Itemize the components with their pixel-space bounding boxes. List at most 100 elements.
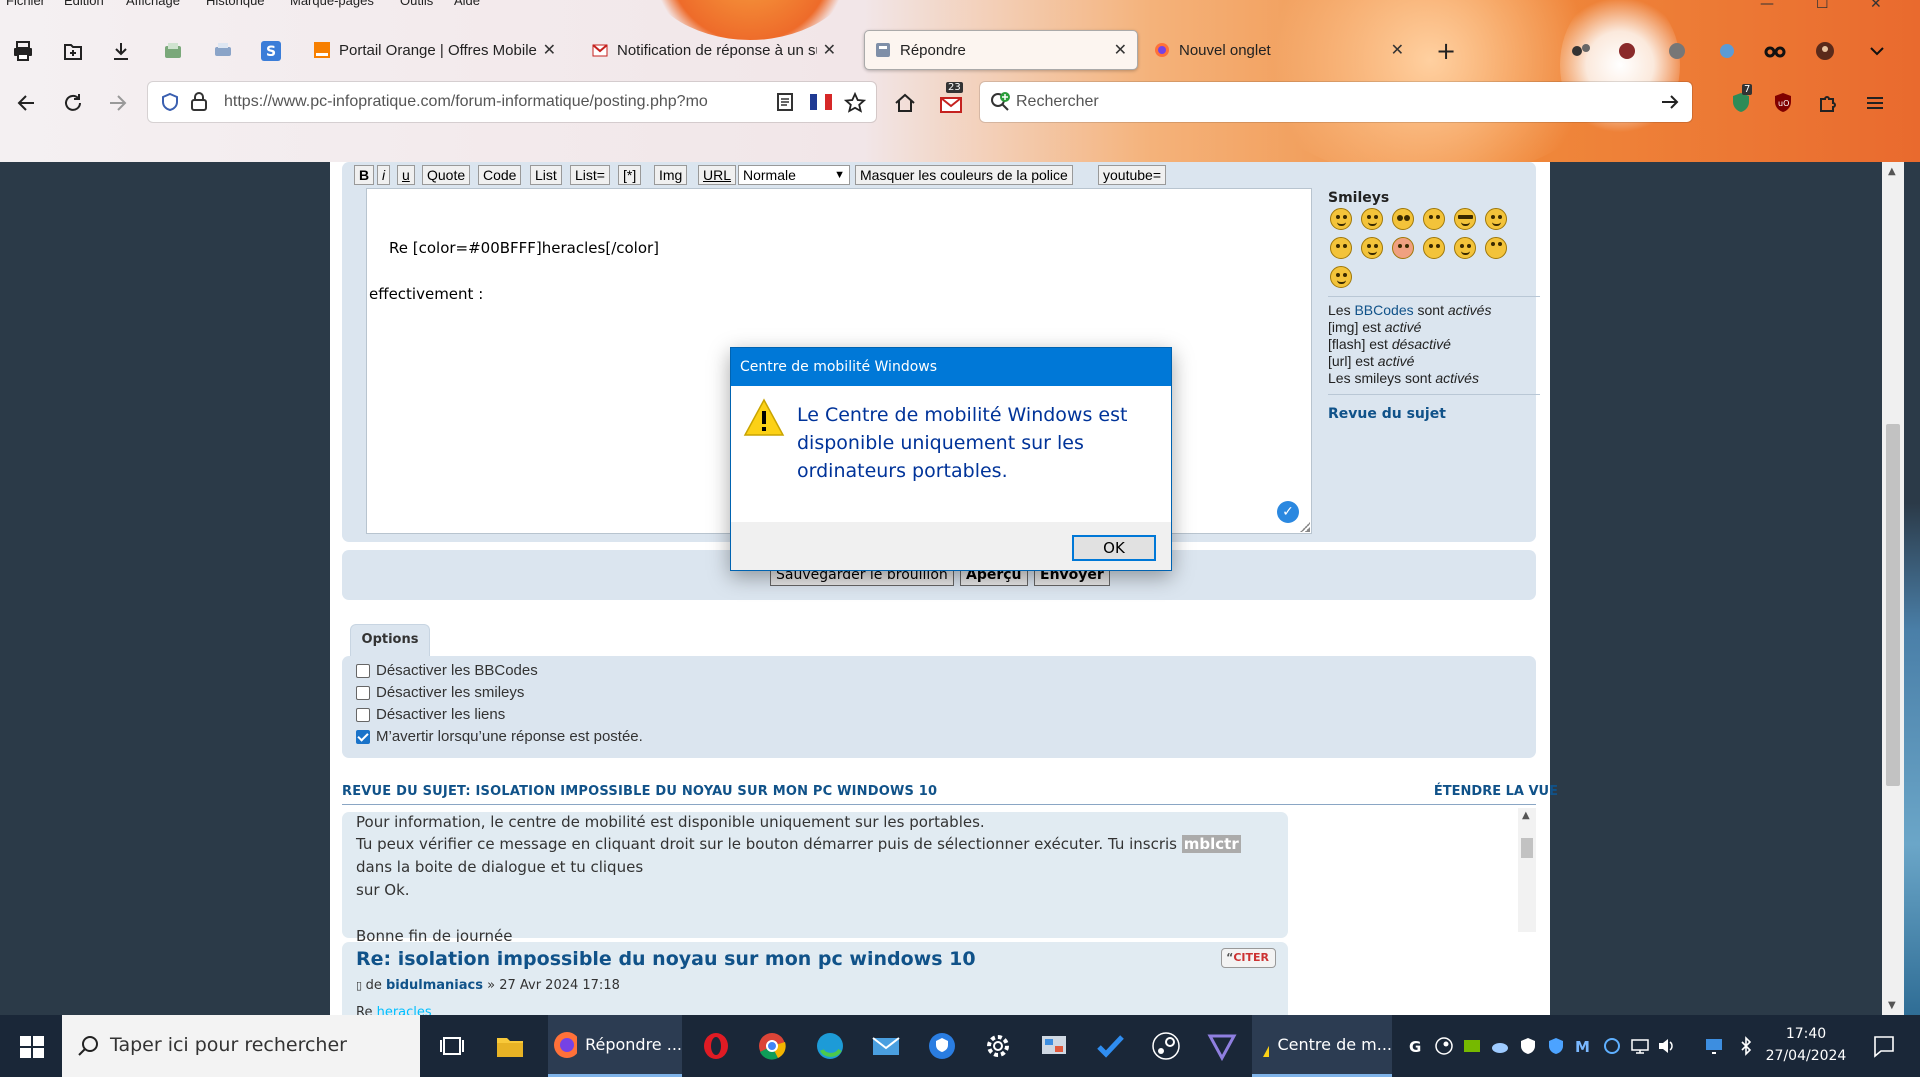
close-tab-icon[interactable]: ✕ [1114,40,1127,60]
hamburger-menu-icon[interactable] [1862,90,1888,116]
url-bar[interactable]: https://www.pc-infopratique.com/forum-in… [148,82,876,122]
menu-historique[interactable]: Historique [206,0,265,8]
font-size-select[interactable]: Normale ▼ [738,165,850,185]
notification-screen-icon[interactable] [1704,1036,1724,1056]
tray-nvidia-icon[interactable] [1462,1036,1482,1056]
url-button[interactable]: URL [698,165,737,185]
maximize-icon[interactable]: ☐ [1816,0,1829,12]
smiley-shock-icon[interactable] [1392,208,1414,230]
tab-nouvel-onglet[interactable]: Nouvel onglet ✕ [1144,30,1414,70]
post-title[interactable]: Re: isolation impossible du noyau sur mo… [356,946,1274,972]
smiley-wink-icon[interactable] [1330,266,1352,288]
steam-icon[interactable] [1150,1030,1182,1062]
revue-du-sujet-link[interactable]: Revue du sujet [1328,406,1446,422]
checkbox[interactable] [356,707,370,722]
tray-bluetooth-vpn-icon[interactable] [1602,1036,1622,1056]
page-scroll-thumb[interactable] [1886,424,1900,786]
search-bar[interactable]: Rechercher [980,82,1692,122]
tab-gmail[interactable]: Notification de réponse à un su ✕ [582,30,846,70]
settings-gear-icon[interactable] [982,1030,1014,1062]
hide-font-colors-button[interactable]: Masquer les couleurs de la police [855,165,1073,185]
menu-fichier[interactable]: Fichier [6,0,45,8]
tray-steam-icon[interactable] [1434,1036,1454,1056]
option-notify-reply[interactable]: M’avertir lorsqu’une réponse est postée. [356,728,643,745]
smiley-evil-icon[interactable] [1454,237,1476,259]
resize-handle-icon[interactable] [1300,522,1310,532]
extension-grey-icon[interactable] [1666,40,1688,62]
vpn-shield-icon[interactable] [926,1030,958,1062]
checkbox[interactable] [356,663,370,678]
scroll-up-icon[interactable]: ▲ [1522,810,1530,821]
smiley-mad-icon[interactable] [1330,237,1352,259]
extension-green-icon[interactable] [162,40,184,62]
checkbox[interactable] [356,685,370,700]
smiley-laugh-icon[interactable] [1485,208,1507,230]
option-disable-smileys[interactable]: Désactiver les smileys [356,684,524,701]
mail-notifier-icon[interactable]: 23 [938,82,964,116]
close-tab-icon[interactable]: ✕ [1391,40,1404,60]
extension-dots-icon[interactable] [1570,40,1592,62]
chrome-icon[interactable] [756,1030,788,1062]
smiley-confused-icon[interactable] [1423,208,1445,230]
volume-icon[interactable] [1656,1036,1676,1056]
vpn-triangle-icon[interactable] [1206,1030,1238,1062]
review-scroll-thumb[interactable] [1521,838,1533,858]
smiley-smile-icon[interactable] [1361,208,1383,230]
todo-check-icon[interactable] [1094,1030,1126,1062]
list-item-button[interactable]: [*] [618,165,642,185]
extensions-puzzle-icon[interactable] [1816,90,1842,116]
bbcodes-link[interactable]: BBCodes [1354,302,1413,318]
task-view-icon[interactable] [436,1030,468,1062]
smiley-cool-icon[interactable] [1454,208,1476,230]
close-tab-icon[interactable]: ✕ [543,40,556,60]
taskbar-search-box[interactable]: Taper ici pour rechercher [62,1015,420,1077]
tab-orange[interactable]: Portail Orange | Offres Mobiles ✕ [304,30,566,70]
reload-icon[interactable] [60,90,86,116]
network-icon[interactable] [1630,1036,1650,1056]
incognito-glasses-icon[interactable] [1764,40,1786,62]
menu-marque-pages[interactable]: Marque-pages [290,0,374,8]
tray-cloud-icon[interactable] [1490,1036,1510,1056]
list-ordered-button[interactable]: List= [570,165,610,185]
tray-m-icon[interactable]: M [1574,1036,1594,1056]
quote-post-button[interactable]: “CITER [1221,948,1276,968]
download-icon[interactable] [110,40,132,62]
windows-start-icon[interactable] [16,1030,48,1062]
forward-icon[interactable] [104,90,130,116]
menu-affichage[interactable]: Affichage [126,0,180,8]
smiley-embarrassed-icon[interactable] [1392,237,1414,259]
review-scrollbar[interactable]: ▲ [1518,808,1536,932]
opera-icon[interactable] [700,1030,732,1062]
bookmark-star-icon[interactable] [844,92,866,114]
url-text[interactable]: https://www.pc-infopratique.com/forum-in… [224,93,764,111]
option-disable-bbcodes[interactable]: Désactiver les BBCodes [356,662,538,679]
taskbar-mobility-center-app[interactable]: Centre de m... [1252,1015,1392,1077]
taskbar-clock[interactable]: 17:40 27/04/2024 [1758,1023,1854,1067]
checkbox-checked[interactable] [356,729,370,744]
screenshot-icon[interactable] [62,40,84,62]
underline-button[interactable]: u [397,165,415,185]
extension-s-icon[interactable]: S [260,40,282,62]
shield-extension-icon[interactable]: 7 [1728,84,1754,116]
youtube-button[interactable]: youtube= [1098,165,1166,185]
minimize-icon[interactable]: — [1760,0,1774,12]
smiley-rolleyes-icon[interactable] [1485,237,1507,259]
img-button[interactable]: Img [654,165,688,185]
tab-repondre[interactable]: Répondre ✕ [864,30,1138,70]
bluetooth-icon[interactable] [1736,1036,1756,1056]
post-author[interactable]: bidulmaniacs [386,978,483,993]
extension-blue-icon[interactable] [1716,40,1738,62]
extension-printer-icon[interactable] [212,40,234,62]
tray-shield-icon[interactable] [1546,1036,1566,1056]
menu-outils[interactable]: Outils [400,0,433,8]
tab-options[interactable]: Options [350,624,430,656]
reader-view-icon[interactable] [776,93,794,111]
smiley-razz-icon[interactable] [1361,237,1383,259]
action-center-icon[interactable] [1872,1034,1896,1058]
mail-icon[interactable] [870,1030,902,1062]
quote-button[interactable]: Quote [422,165,471,185]
list-button[interactable]: List [530,165,562,185]
menu-aide[interactable]: Aide [454,0,480,8]
edge-icon[interactable] [814,1030,846,1062]
lock-icon[interactable] [190,92,208,112]
